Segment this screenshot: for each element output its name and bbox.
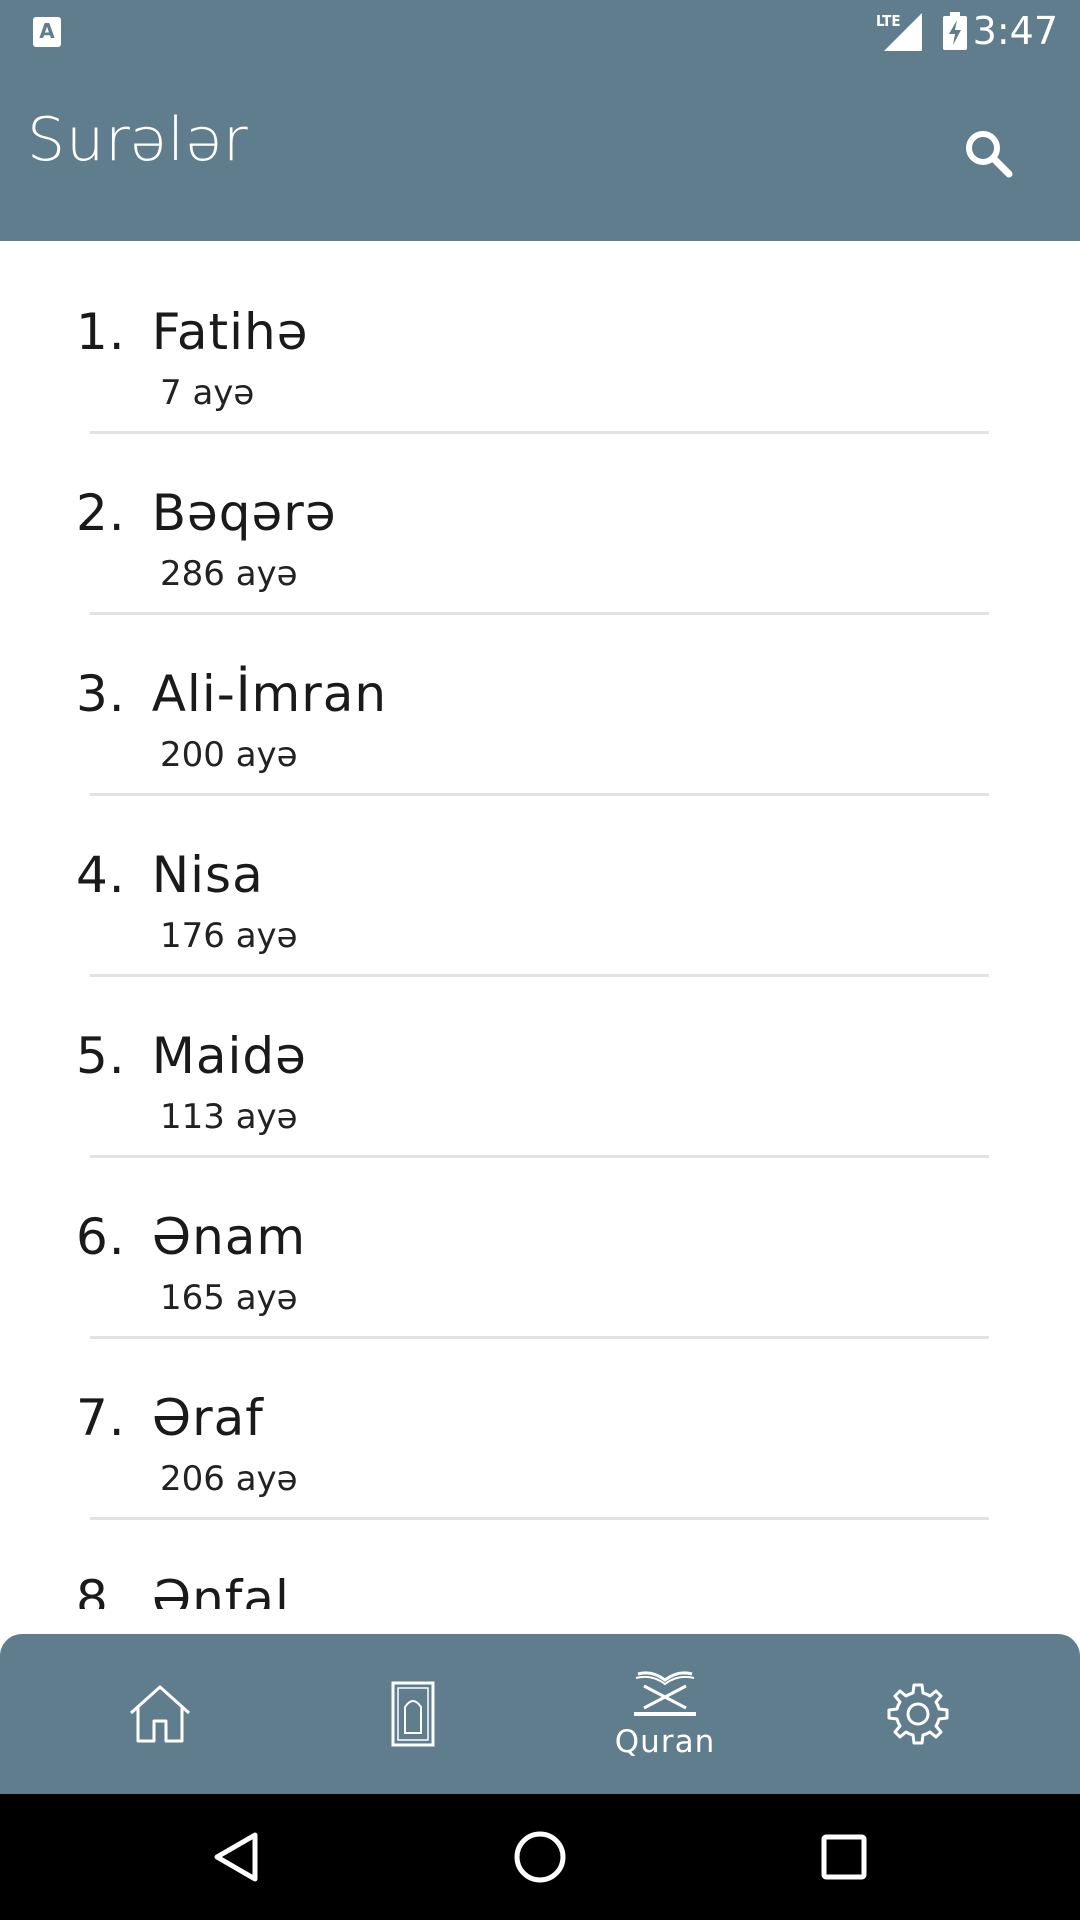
surah-name: Fatihə xyxy=(151,303,309,361)
battery-charging-icon xyxy=(943,12,967,50)
surah-number: 1. xyxy=(76,303,126,361)
prayer-rug-icon xyxy=(391,1681,435,1747)
surah-name: Ali-İmran xyxy=(151,665,388,723)
surah-number: 8. xyxy=(76,1570,126,1609)
surah-title: 2. Bəqərə xyxy=(76,484,337,542)
surah-name: Ənfal xyxy=(151,1570,290,1609)
quran-stand-icon xyxy=(634,1671,696,1716)
surah-verse-count: 286 ayə xyxy=(160,554,298,594)
nav-settings[interactable] xyxy=(838,1634,998,1794)
home-circle-icon xyxy=(514,1831,566,1883)
screen: A LTE 3:47 Surələr 1.Fatihə 7 ayə 2.Bə xyxy=(0,0,1080,1920)
surah-verse-count: 113 ayə xyxy=(160,1097,298,1137)
list-item[interactable]: 6. Ənam 165 ayə xyxy=(0,1146,1080,1339)
search-icon xyxy=(966,131,1013,178)
surah-verse-count: 206 ayə xyxy=(160,1459,298,1499)
nav-quran-label: Quran xyxy=(614,1724,716,1760)
surah-verse-count: 7 ayə xyxy=(160,373,255,413)
nav-home[interactable] xyxy=(80,1634,240,1794)
surah-list[interactable]: 1. Fatihə 7 ayə 2. Bəqərə 286 ayə 3. Ali-İm… xyxy=(0,241,1080,1609)
surah-title: 5. Maidə xyxy=(76,1027,307,1085)
surah-number: 4. xyxy=(76,846,126,904)
page-title: Surələr xyxy=(27,105,249,175)
surah-verse-count: 200 ayə xyxy=(160,735,298,775)
list-item[interactable]: 8. Ənfal xyxy=(0,1508,1080,1609)
surah-title: 1. Fatihə xyxy=(76,303,308,361)
back-button[interactable] xyxy=(203,1824,269,1890)
surah-verse-count: 165 ayə xyxy=(160,1278,298,1318)
list-item[interactable]: 3. Ali-İmran 200 ayə xyxy=(0,603,1080,796)
list-item[interactable]: 4. Nisa 176 ayə xyxy=(0,784,1080,977)
surah-title: 3. Ali-İmran xyxy=(76,665,387,723)
signal-icon xyxy=(884,13,922,51)
list-item[interactable]: 5. Maidə 113 ayə xyxy=(0,965,1080,1158)
system-navigation-bar xyxy=(0,1794,1080,1920)
surah-number: 3. xyxy=(76,665,126,723)
list-item[interactable]: 2. Bəqərə 286 ayə xyxy=(0,422,1080,615)
surah-title: 7. Əraf xyxy=(76,1389,264,1447)
nav-quran[interactable]: Quran xyxy=(585,1634,745,1794)
surah-number: 7. xyxy=(76,1389,126,1447)
status-bar: A LTE 3:47 xyxy=(0,0,1080,63)
surah-name: Əraf xyxy=(151,1389,264,1447)
surah-number: 5. xyxy=(76,1027,126,1085)
back-icon xyxy=(214,1832,258,1882)
surah-name: Nisa xyxy=(151,846,264,904)
home-icon xyxy=(129,1685,191,1743)
recents-button[interactable] xyxy=(811,1824,877,1890)
surah-title: 6. Ənam xyxy=(76,1208,306,1266)
recents-icon xyxy=(821,1834,867,1880)
status-time: 3:47 xyxy=(972,9,1058,53)
list-item[interactable]: 1. Fatihə 7 ayə xyxy=(0,241,1080,434)
nav-prayer[interactable] xyxy=(333,1634,493,1794)
surah-title: 8. Ənfal xyxy=(76,1570,290,1609)
surah-number: 6. xyxy=(76,1208,126,1266)
surah-name: Maidə xyxy=(151,1027,307,1085)
home-system-button[interactable] xyxy=(507,1824,573,1890)
list-item[interactable]: 7. Əraf 206 ayə xyxy=(0,1327,1080,1520)
app-bar: Surələr xyxy=(0,63,1080,241)
gear-icon xyxy=(887,1683,949,1745)
surah-verse-count: 176 ayə xyxy=(160,916,298,956)
surah-name: Ənam xyxy=(151,1208,307,1266)
notification-a-icon: A xyxy=(33,17,61,47)
surah-title: 4. Nisa xyxy=(76,846,264,904)
surah-name: Bəqərə xyxy=(151,484,337,542)
surah-number: 2. xyxy=(76,484,126,542)
bottom-navigation: Quran xyxy=(0,1634,1080,1794)
search-button[interactable] xyxy=(956,121,1022,187)
